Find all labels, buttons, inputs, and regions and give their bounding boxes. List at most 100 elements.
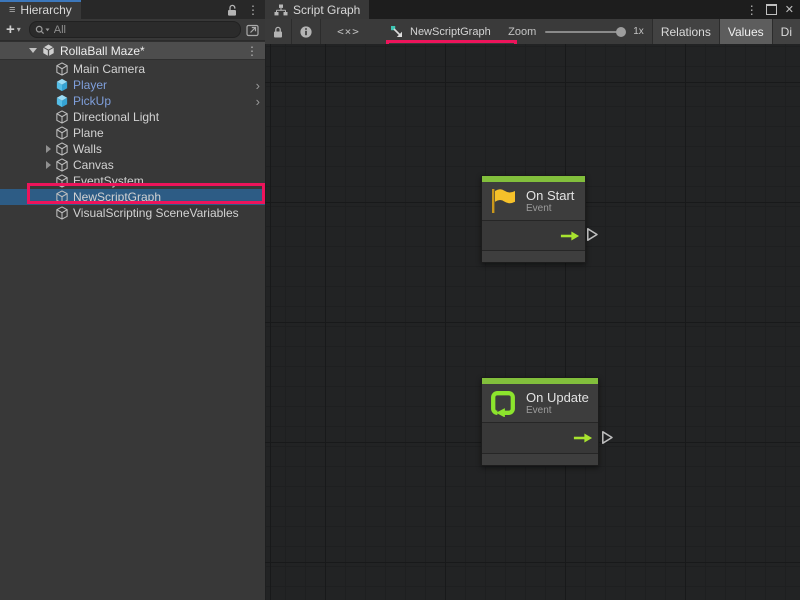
gameobject-icon — [55, 206, 69, 220]
output-port-icon[interactable] — [601, 430, 614, 445]
gameobject-icon — [55, 158, 69, 172]
graph-lock-button[interactable] — [265, 19, 291, 44]
dim-button[interactable]: Di — [772, 19, 800, 44]
tab-script-graph[interactable]: Script Graph — [265, 0, 369, 19]
graph-toolbar: <×> NewScriptGraph Zoom 1x Relations Val… — [265, 19, 800, 45]
values-button[interactable]: Values — [719, 19, 772, 44]
tree-item-player[interactable]: Player › — [0, 77, 265, 93]
close-icon[interactable]: ✕ — [785, 3, 794, 16]
add-object-button[interactable]: + ▾ — [6, 22, 21, 37]
zoom-value: 1x — [633, 26, 644, 37]
node-header: On Start Event — [482, 182, 585, 221]
tree-item-label: Canvas — [73, 158, 114, 172]
graph-icon — [274, 4, 288, 16]
variables-icon: <×> — [337, 25, 360, 38]
node-title: On Start — [526, 188, 574, 203]
graph-tabstrip: Script Graph ⋮ ✕ — [265, 0, 800, 19]
hierarchy-tabstrip: ≡ Hierarchy ⋮ — [0, 0, 265, 19]
gameobject-icon — [55, 190, 69, 204]
unlock-icon[interactable] — [225, 3, 239, 17]
prefab-icon — [55, 78, 69, 92]
node-footer — [482, 251, 585, 262]
tree-item-main-camera[interactable]: Main Camera — [0, 61, 265, 77]
flag-icon — [488, 187, 518, 215]
node-footer — [482, 454, 598, 465]
tree-item-label: Plane — [73, 126, 104, 140]
tree-item-eventsystem[interactable]: EventSystem — [0, 173, 265, 189]
node-port-row — [482, 221, 585, 251]
zoom-controls: Zoom 1x Relations Values Di — [508, 19, 800, 44]
node-header: On Update Event — [482, 384, 598, 423]
scene-menu-icon[interactable]: ⋮ — [246, 45, 258, 57]
gameobject-icon — [55, 126, 69, 140]
breadcrumb-label: NewScriptGraph — [410, 26, 491, 38]
tree-item-newscriptgraph[interactable]: NewScriptGraph — [0, 189, 265, 205]
tree-item-visualscripting-scenevariables[interactable]: VisualScripting SceneVariables — [0, 205, 265, 221]
node-on-start[interactable]: On Start Event — [481, 175, 586, 263]
unity-logo-icon — [42, 44, 55, 57]
scene-name: RollaBall Maze* — [60, 44, 145, 58]
scene-header-row[interactable]: RollaBall Maze* ⋮ — [0, 41, 265, 60]
gameobject-icon — [55, 62, 69, 76]
prefab-chevron-icon[interactable]: › — [256, 95, 260, 108]
script-graph-asset-icon — [390, 25, 404, 39]
hierarchy-toolbar: + ▾ — [0, 19, 265, 41]
graph-info-button[interactable] — [292, 19, 320, 44]
graph-breadcrumb[interactable]: NewScriptGraph — [390, 19, 491, 44]
tree-item-canvas[interactable]: Canvas — [0, 157, 265, 173]
zoom-slider[interactable] — [545, 31, 623, 33]
active-tab-accent — [0, 0, 81, 2]
prefab-chevron-icon[interactable]: › — [256, 79, 260, 92]
caret-down-icon: ▾ — [17, 25, 21, 34]
tree-item-label: Main Camera — [73, 62, 145, 76]
blackboard-variables-button[interactable]: <×> — [321, 19, 376, 44]
foldout-closed-icon[interactable] — [46, 161, 51, 169]
zoom-label: Zoom — [508, 26, 536, 38]
gameobject-icon — [55, 174, 69, 188]
script-graph-tab-label: Script Graph — [293, 3, 360, 17]
tree-item-directional-light[interactable]: Directional Light — [0, 109, 265, 125]
loop-icon — [488, 389, 518, 417]
tree-item-label: Player — [73, 78, 107, 92]
hierarchy-panel: ≡ Hierarchy ⋮ + ▾ RollaBall Maze* ⋮ — [0, 0, 266, 600]
tree-item-plane[interactable]: Plane — [0, 125, 265, 141]
zoom-slider-handle[interactable] — [616, 27, 626, 37]
search-icon[interactable] — [35, 25, 51, 35]
flow-output-arrow-icon[interactable] — [560, 230, 580, 241]
tree-item-label: NewScriptGraph — [73, 190, 161, 204]
gameobject-icon — [55, 142, 69, 156]
hierarchy-tab-icon: ≡ — [9, 4, 15, 16]
maximize-icon[interactable] — [766, 4, 777, 15]
node-subtitle: Event — [526, 405, 589, 417]
flow-output-arrow-icon[interactable] — [573, 433, 593, 444]
node-port-row — [482, 423, 598, 454]
node-title: On Update — [526, 390, 589, 405]
tab-hierarchy[interactable]: ≡ Hierarchy — [0, 0, 81, 19]
node-on-update[interactable]: On Update Event — [481, 377, 599, 466]
window-menu-icon[interactable]: ⋮ — [746, 4, 758, 16]
popout-search-icon[interactable] — [245, 22, 261, 38]
search-input[interactable] — [51, 24, 235, 36]
tree-item-label: VisualScripting SceneVariables — [73, 206, 239, 220]
gameobject-icon — [55, 110, 69, 124]
relations-button[interactable]: Relations — [652, 19, 719, 44]
script-graph-panel: Script Graph ⋮ ✕ <×> NewScriptGraph — [265, 0, 800, 600]
tree-item-label: Walls — [73, 142, 102, 156]
lock-icon — [271, 25, 285, 39]
graph-canvas[interactable]: On Start Event On Update Event — [265, 44, 800, 600]
tree-item-pickup[interactable]: PickUp › — [0, 93, 265, 109]
node-subtitle: Event — [526, 203, 574, 215]
tree-item-label: PickUp — [73, 94, 111, 108]
foldout-closed-icon[interactable] — [46, 145, 51, 153]
tree-item-walls[interactable]: Walls — [0, 141, 265, 157]
search-field[interactable] — [29, 21, 241, 38]
plus-icon: + — [6, 22, 15, 37]
output-port-icon[interactable] — [586, 227, 599, 242]
foldout-open-icon[interactable] — [29, 48, 37, 53]
hierarchy-tab-label: Hierarchy — [20, 3, 71, 17]
panel-menu-icon[interactable]: ⋮ — [247, 4, 259, 16]
unity-editor-window: ≡ Hierarchy ⋮ + ▾ RollaBall Maze* ⋮ — [0, 0, 800, 600]
prefab-icon — [55, 94, 69, 108]
info-icon — [299, 25, 313, 39]
tree-item-label: EventSystem — [73, 174, 144, 188]
